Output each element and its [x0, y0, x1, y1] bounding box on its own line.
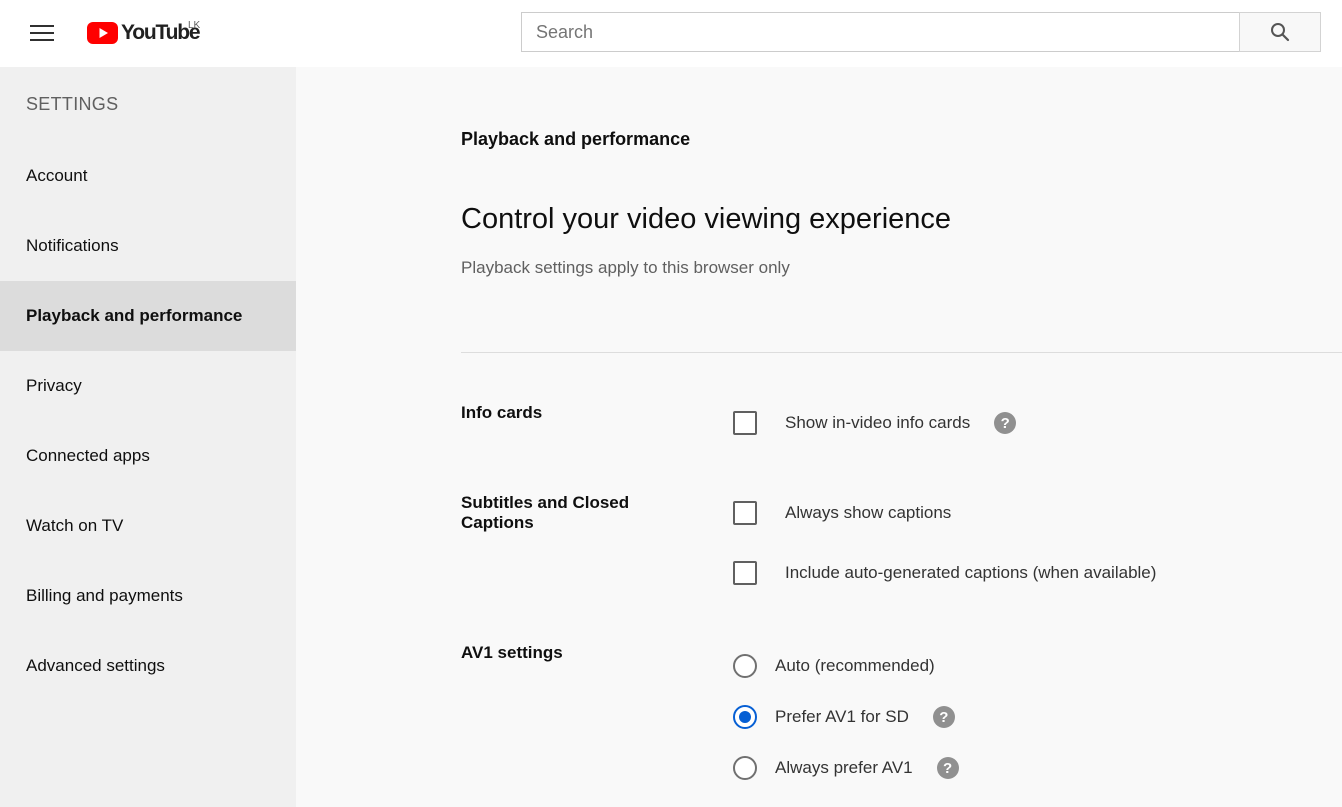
- always-show-captions-label[interactable]: Always show captions: [785, 503, 951, 523]
- top-header: YouTube LK: [0, 0, 1342, 67]
- sidebar-heading: SETTINGS: [26, 94, 119, 114]
- search-button[interactable]: [1239, 12, 1321, 52]
- page-subtitle: Playback settings apply to this browser …: [461, 258, 790, 277]
- av1-prefer-sd-option: Prefer AV1 for SD: [733, 702, 955, 732]
- sidebar-item-playback-and-performance[interactable]: Playback and performance: [0, 281, 296, 351]
- av1-always-radio[interactable]: [733, 756, 757, 780]
- always-show-captions-checkbox[interactable]: [733, 501, 757, 525]
- av1-auto-radio[interactable]: [733, 654, 757, 678]
- av1-prefer-sd-radio[interactable]: [733, 705, 757, 729]
- sidebar-item-notifications[interactable]: Notifications: [0, 211, 296, 281]
- sidebar-item-account[interactable]: Account: [0, 141, 296, 211]
- settings-sidebar: SETTINGS Account Notifications Playback …: [0, 67, 296, 807]
- hamburger-menu-icon[interactable]: [22, 18, 62, 48]
- av1-prefer-sd-label[interactable]: Prefer AV1 for SD: [775, 707, 909, 727]
- sidebar-item-watch-on-tv[interactable]: Watch on TV: [0, 491, 296, 561]
- search-input[interactable]: [521, 12, 1240, 52]
- section-title: Playback and performance: [461, 129, 691, 149]
- av1-settings-label: AV1 settings: [461, 643, 563, 662]
- search-icon: [1271, 23, 1290, 42]
- av1-always-option: Always prefer AV1: [733, 753, 959, 783]
- auto-generated-captions-label[interactable]: Include auto-generated captions (when av…: [785, 563, 1156, 583]
- help-icon[interactable]: [936, 757, 959, 779]
- settings-main: Playback and performance Control your vi…: [296, 67, 1342, 807]
- show-info-cards-label[interactable]: Show in-video info cards: [785, 413, 970, 433]
- youtube-play-icon: [87, 22, 118, 44]
- info-cards-option: Show in-video info cards: [733, 408, 1017, 438]
- country-code: LK: [188, 20, 201, 31]
- av1-auto-label[interactable]: Auto (recommended): [775, 656, 935, 676]
- info-cards-label: Info cards: [461, 403, 543, 422]
- youtube-logo[interactable]: YouTube: [87, 18, 201, 48]
- auto-generated-captions-checkbox[interactable]: [733, 561, 757, 585]
- sidebar-item-advanced-settings[interactable]: Advanced settings: [0, 631, 296, 701]
- sidebar-item-billing-and-payments[interactable]: Billing and payments: [0, 561, 296, 631]
- av1-auto-option: Auto (recommended): [733, 651, 935, 681]
- auto-generated-captions-option: Include auto-generated captions (when av…: [733, 558, 1156, 588]
- help-icon[interactable]: [994, 412, 1017, 434]
- divider: [461, 352, 1342, 353]
- always-show-captions-option: Always show captions: [733, 498, 951, 528]
- page-title: Control your video viewing experience: [461, 203, 952, 235]
- help-icon[interactable]: [932, 706, 955, 728]
- captions-label: Subtitles and Closed Captions: [461, 493, 630, 532]
- sidebar-item-connected-apps[interactable]: Connected apps: [0, 421, 296, 491]
- sidebar-item-privacy[interactable]: Privacy: [0, 351, 296, 421]
- show-info-cards-checkbox[interactable]: [733, 411, 757, 435]
- av1-always-label[interactable]: Always prefer AV1: [775, 758, 913, 778]
